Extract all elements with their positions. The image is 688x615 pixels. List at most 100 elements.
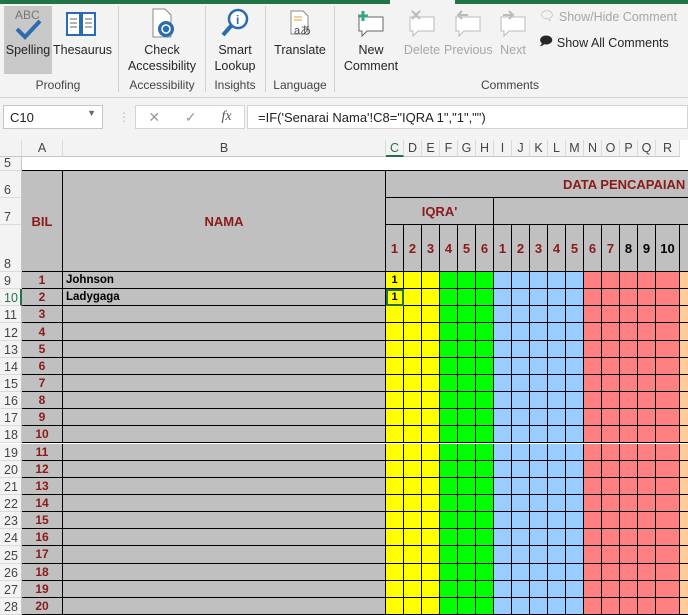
name-cell[interactable]: Johnson [63, 272, 386, 290]
level-cell[interactable] [638, 546, 656, 564]
bil-cell[interactable]: 17 [22, 546, 63, 564]
level-cell[interactable] [458, 580, 476, 598]
column-header-A[interactable]: A [22, 140, 63, 157]
level-cell[interactable] [620, 306, 638, 324]
name-cell[interactable] [63, 426, 386, 444]
level-cell[interactable] [476, 494, 494, 513]
level-cell[interactable] [422, 477, 440, 495]
level-cell[interactable] [404, 426, 422, 444]
name-cell[interactable] [63, 443, 386, 461]
level-number-3[interactable]: 3 [422, 225, 440, 272]
level-cell[interactable] [440, 512, 458, 530]
level-cell[interactable] [680, 597, 688, 615]
level-cell[interactable] [494, 323, 512, 341]
level-cell[interactable] [458, 272, 476, 290]
level-cell[interactable] [548, 597, 566, 615]
level-cell[interactable] [440, 272, 458, 290]
row-header-20[interactable]: 20 [0, 460, 22, 478]
name-box[interactable]: C10 ▼ [3, 105, 103, 129]
column-header-I[interactable]: I [494, 140, 512, 157]
level-cell[interactable] [494, 546, 512, 564]
level-cell[interactable] [440, 563, 458, 581]
column-header-N[interactable]: N [584, 140, 602, 157]
level-cell[interactable] [680, 289, 688, 307]
level-cell[interactable] [602, 306, 620, 324]
level-cell[interactable] [602, 443, 620, 461]
level-cell[interactable] [386, 409, 404, 427]
level-cell[interactable] [566, 512, 584, 530]
level-cell[interactable] [386, 529, 404, 547]
row-header-8[interactable]: 8 [0, 225, 22, 272]
level-cell[interactable] [476, 323, 494, 341]
level-cell[interactable] [620, 494, 638, 513]
level-cell[interactable] [404, 477, 422, 495]
level-cell[interactable] [512, 357, 530, 375]
name-cell[interactable] [63, 306, 386, 324]
level-cell[interactable] [602, 409, 620, 427]
level-cell[interactable] [512, 306, 530, 324]
level-cell[interactable] [602, 546, 620, 564]
level-cell[interactable] [440, 357, 458, 375]
level-cell[interactable] [494, 563, 512, 581]
level-cell[interactable] [494, 477, 512, 495]
level-cell[interactable] [422, 563, 440, 581]
row-header-9[interactable]: 9 [0, 272, 22, 290]
level-cell[interactable] [548, 563, 566, 581]
level-cell[interactable] [512, 494, 530, 513]
level-cell[interactable] [494, 409, 512, 427]
level-cell[interactable] [440, 443, 458, 461]
level-cell[interactable] [458, 392, 476, 410]
level-cell[interactable] [584, 374, 602, 393]
bil-cell[interactable]: 20 [22, 597, 63, 615]
level-cell[interactable] [548, 409, 566, 427]
level-cell[interactable] [656, 443, 680, 461]
level-cell[interactable] [638, 392, 656, 410]
level-cell[interactable] [476, 272, 494, 290]
level-cell[interactable] [638, 323, 656, 341]
level-number-11[interactable]: 5 [566, 225, 584, 272]
level-cell[interactable] [548, 460, 566, 478]
row-header-5[interactable]: 5 [0, 157, 22, 171]
cancel-icon[interactable]: ✕ [148, 109, 160, 126]
level-cell[interactable] [512, 597, 530, 615]
level-cell[interactable] [512, 512, 530, 530]
row-header-22[interactable]: 22 [0, 494, 22, 513]
bil-header[interactable]: BIL [22, 171, 63, 272]
level-cell[interactable] [548, 323, 566, 341]
name-cell[interactable] [63, 357, 386, 375]
level-cell[interactable] [602, 460, 620, 478]
level-cell[interactable] [476, 512, 494, 530]
name-cell[interactable]: Ladygaga [63, 289, 386, 307]
level-cell[interactable] [656, 512, 680, 530]
level-cell[interactable] [548, 306, 566, 324]
bil-cell[interactable]: 18 [22, 563, 63, 581]
level-cell[interactable] [386, 443, 404, 461]
level-cell[interactable] [494, 374, 512, 393]
level-cell[interactable] [422, 494, 440, 513]
translate-button[interactable]: aあ Translate [270, 6, 330, 58]
level-cell[interactable] [422, 409, 440, 427]
level-cell[interactable] [638, 563, 656, 581]
level-number-1[interactable]: 1 [386, 225, 404, 272]
level-cell[interactable] [602, 340, 620, 358]
level-cell[interactable] [566, 409, 584, 427]
level-cell[interactable] [422, 529, 440, 547]
level-cell[interactable] [404, 494, 422, 513]
nama-header[interactable]: NAMA [63, 171, 386, 272]
column-header-J[interactable]: J [512, 140, 530, 157]
level-cell[interactable] [494, 460, 512, 478]
bil-cell[interactable]: 3 [22, 306, 63, 324]
level-cell[interactable] [548, 494, 566, 513]
level-cell[interactable] [404, 460, 422, 478]
level-cell[interactable] [638, 340, 656, 358]
level-cell[interactable] [386, 323, 404, 341]
column-header-F[interactable]: F [440, 140, 458, 157]
chevron-down-icon[interactable]: ▼ [87, 108, 96, 118]
level-cell[interactable] [512, 443, 530, 461]
level-cell[interactable] [512, 323, 530, 341]
level-cell[interactable] [566, 529, 584, 547]
name-cell[interactable] [63, 323, 386, 341]
level-cell[interactable] [638, 580, 656, 598]
level-cell[interactable] [458, 323, 476, 341]
level-cell[interactable] [566, 340, 584, 358]
